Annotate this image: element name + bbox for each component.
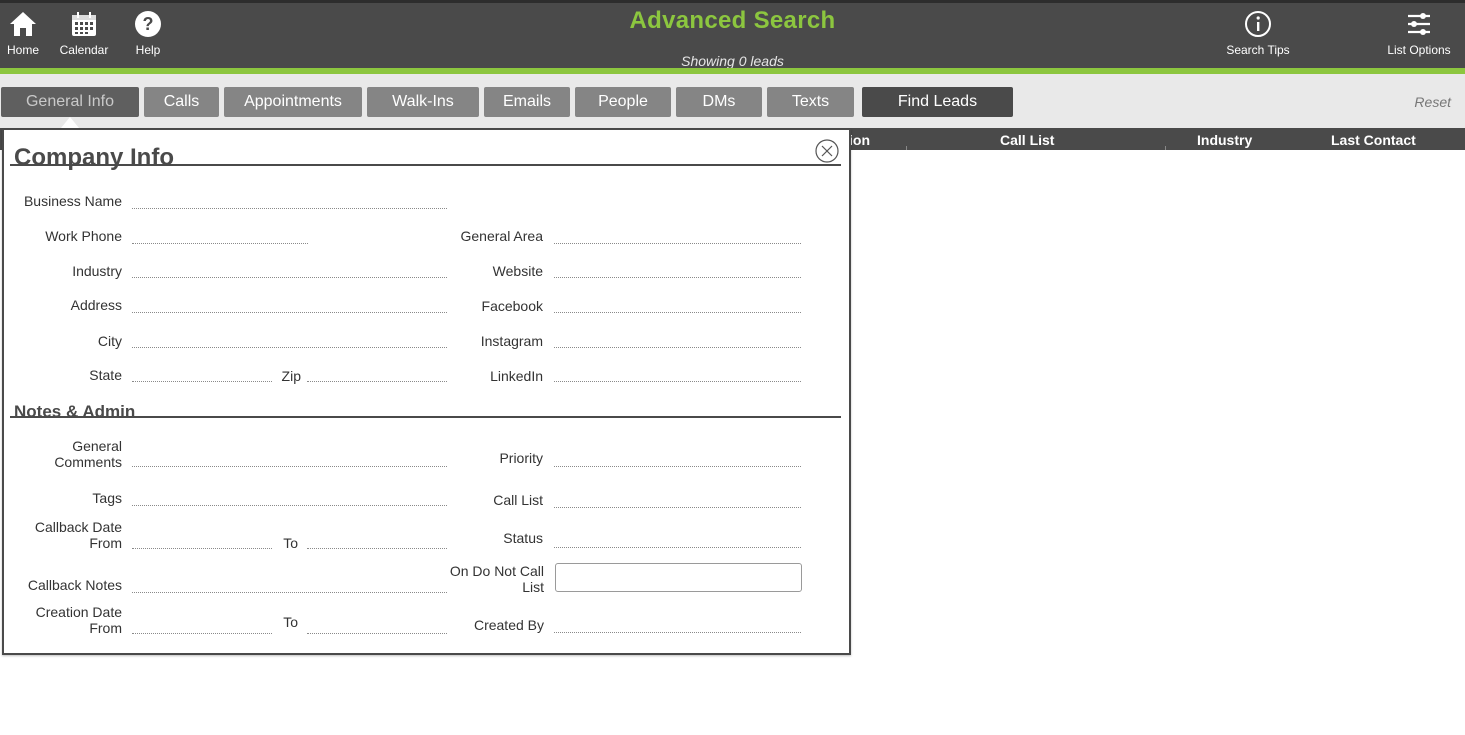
business-name-field[interactable] (132, 208, 447, 209)
tab-texts[interactable]: Texts (767, 87, 854, 117)
tags-field[interactable] (132, 505, 447, 506)
info-icon (1245, 11, 1271, 37)
facebook-label: Facebook (481, 298, 543, 314)
column-divider (1165, 146, 1166, 150)
sliders-icon (1408, 13, 1430, 35)
column-header-location[interactable]: ion (849, 132, 870, 148)
top-bar: Home Calendar ? Help Advanced Search Sho… (0, 0, 1465, 69)
address-field[interactable] (132, 312, 447, 313)
list-options-label: List Options (1387, 43, 1451, 57)
business-name-label: Business Name (23, 193, 122, 209)
priority-field[interactable] (554, 466, 801, 467)
section-divider (10, 164, 841, 166)
callback-date-label: Callback Date From (34, 519, 122, 551)
do-not-call-label: On Do Not Call List (449, 563, 544, 595)
general-comments-field[interactable] (132, 466, 447, 467)
status-label: Status (503, 530, 543, 546)
website-label: Website (492, 263, 543, 279)
call-list-label: Call List (493, 492, 543, 508)
facebook-field[interactable] (554, 312, 801, 313)
address-label: Address (70, 297, 122, 313)
callback-date-to-field[interactable] (307, 548, 447, 549)
section-divider (10, 416, 841, 418)
column-header-call-list[interactable]: Call List (1000, 132, 1054, 148)
city-field[interactable] (132, 347, 447, 348)
state-field[interactable] (132, 381, 272, 382)
call-list-field[interactable] (554, 507, 801, 508)
callback-notes-field[interactable] (132, 592, 447, 593)
created-by-label: Created By (473, 617, 544, 633)
find-leads-button[interactable]: Find Leads (862, 87, 1013, 117)
search-tips-button[interactable]: Search Tips (1222, 9, 1294, 57)
instagram-field[interactable] (554, 347, 801, 348)
tab-people[interactable]: People (575, 87, 671, 117)
tab-emails[interactable]: Emails (484, 87, 570, 117)
industry-label: Industry (72, 263, 122, 279)
callback-date-to-label: To (283, 535, 298, 551)
tab-general-info[interactable]: General Info (1, 87, 139, 117)
general-area-field[interactable] (554, 243, 801, 244)
tab-strip: General Info Calls Appointments Walk-Ins… (0, 74, 1465, 128)
state-label: State (89, 367, 122, 383)
general-area-label: General Area (460, 228, 544, 244)
active-tab-pointer (61, 117, 79, 128)
callback-notes-label: Callback Notes (27, 577, 122, 593)
website-field[interactable] (554, 277, 801, 278)
created-by-field[interactable] (554, 632, 801, 633)
column-divider (906, 146, 907, 150)
work-phone-label: Work Phone (45, 228, 122, 244)
creation-date-label: Creation Date From (35, 604, 122, 636)
priority-label: Priority (499, 450, 543, 466)
status-field[interactable] (554, 547, 801, 548)
callback-date-from-field[interactable] (132, 548, 272, 549)
tags-label: Tags (92, 490, 122, 506)
tab-walk-ins[interactable]: Walk-Ins (367, 87, 479, 117)
work-phone-field[interactable] (132, 243, 308, 244)
linkedin-label: LinkedIn (490, 368, 543, 384)
search-tips-label: Search Tips (1226, 43, 1290, 57)
zip-label: Zip (281, 368, 301, 384)
column-header-industry[interactable]: Industry (1197, 132, 1252, 148)
close-icon[interactable] (815, 139, 839, 163)
column-header-last-contact[interactable]: Last Contact (1331, 132, 1416, 148)
creation-date-to-label: To (283, 614, 298, 630)
list-options-button[interactable]: List Options (1383, 9, 1455, 57)
creation-date-to-field[interactable] (307, 633, 447, 634)
reset-link[interactable]: Reset (1414, 94, 1451, 110)
creation-date-from-field[interactable] (132, 633, 272, 634)
industry-field[interactable] (132, 277, 447, 278)
city-label: City (97, 333, 122, 349)
notes-admin-title: Notes & Admin (14, 402, 136, 421)
general-comments-label: General Comments (54, 438, 122, 470)
general-info-panel: Company Info Business Name Work Phone Ge… (2, 129, 851, 655)
linkedin-field[interactable] (554, 381, 801, 382)
company-info-title: Company Info (14, 144, 174, 171)
tab-calls[interactable]: Calls (144, 87, 219, 117)
tab-appointments[interactable]: Appointments (224, 87, 362, 117)
tab-dms[interactable]: DMs (676, 87, 762, 117)
do-not-call-select[interactable] (555, 563, 802, 592)
instagram-label: Instagram (480, 333, 543, 349)
